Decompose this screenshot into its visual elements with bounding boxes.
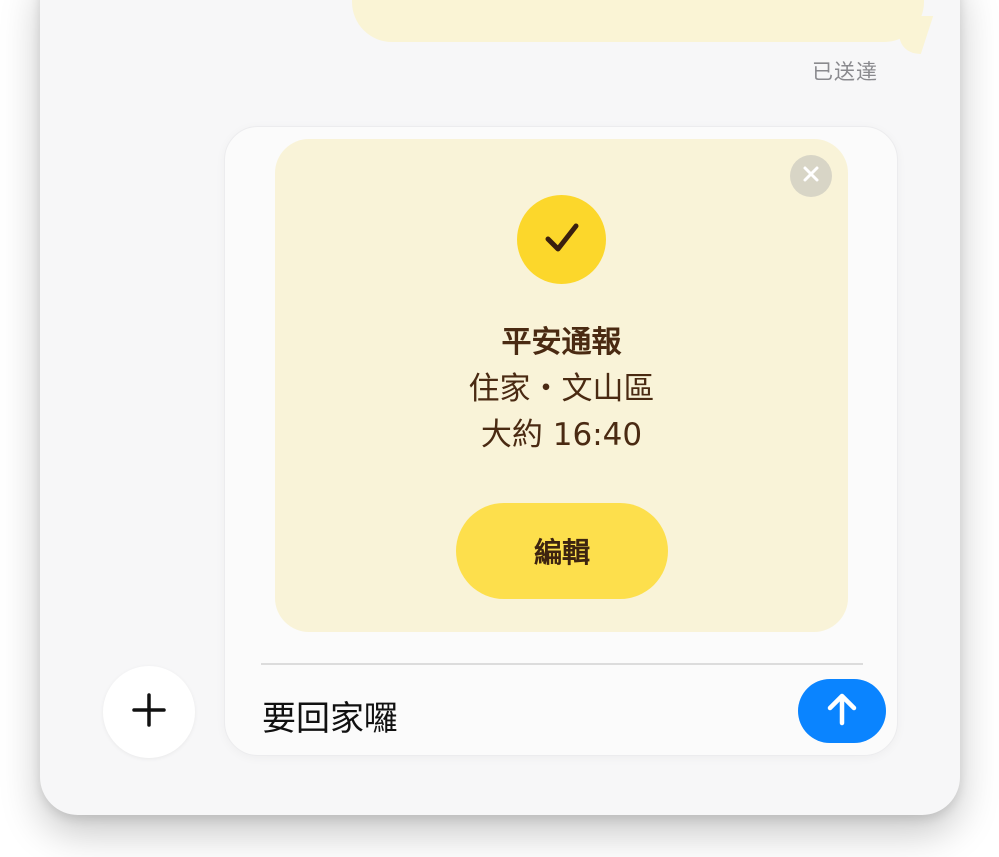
checkmark-icon [540,216,584,264]
check-in-location: 住家・文山區 [468,371,655,407]
check-in-card: 平安通報 住家・文山區 大約 16:40 編輯 [275,139,848,632]
message-input[interactable]: 要回家囉 [262,691,398,740]
delivery-status: 已送達 [812,60,878,84]
plus-icon [130,691,168,733]
add-attachment-button[interactable] [103,666,195,758]
compose-area: 平安通報 住家・文山區 大約 16:40 編輯 要回家囉 [224,126,898,756]
sent-message-bubble[interactable] [352,0,924,42]
send-button[interactable] [798,679,886,743]
arrow-up-icon [822,689,862,733]
check-in-time: 大約 16:40 [480,417,643,453]
compose-divider [261,663,863,665]
edit-button[interactable]: 編輯 [456,503,668,599]
check-in-title: 平安通報 [501,325,622,360]
messages-window: 已送達 平安通報 住家・文山區 大約 16:40 編輯 要回家囉 [40,0,960,815]
checkmark-badge [517,195,606,284]
close-icon [802,165,820,187]
close-button[interactable] [790,155,832,197]
